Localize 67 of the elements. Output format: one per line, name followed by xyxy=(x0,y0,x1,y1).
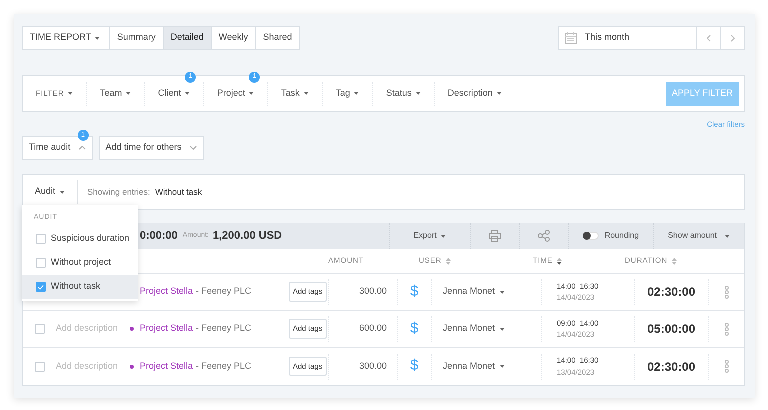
more-button[interactable] xyxy=(724,286,728,298)
export-dropdown[interactable]: Export xyxy=(388,223,470,249)
project-name[interactable]: Project Stella xyxy=(140,322,194,336)
filter-dropdown[interactable]: Team xyxy=(87,82,146,106)
amount-cell: 600.00 xyxy=(329,316,398,342)
total-amount: 1,200.00 USD xyxy=(213,228,282,244)
duration-cell: 05:00:00 xyxy=(635,316,709,342)
checkbox[interactable] xyxy=(36,282,46,292)
audit-option[interactable]: Without project xyxy=(22,251,138,275)
audit-option[interactable]: Suspicious duration xyxy=(22,227,138,251)
amount-cell: 300.00 xyxy=(329,279,398,305)
checkbox[interactable] xyxy=(36,258,46,268)
client-name: - Feeney PLC xyxy=(196,322,252,336)
row-checkbox[interactable] xyxy=(35,362,45,372)
amount-cell: 300.00 xyxy=(329,354,398,380)
share-icon xyxy=(538,230,550,242)
duration-cell: 02:30:00 xyxy=(635,354,709,380)
caret-icon xyxy=(500,365,506,368)
caret-icon xyxy=(185,92,190,95)
caret-icon xyxy=(500,290,506,294)
caret-icon xyxy=(440,234,446,238)
rounding-label: Rounding xyxy=(604,230,640,242)
more-button[interactable] xyxy=(724,322,728,336)
filter-dropdown[interactable]: Status xyxy=(373,82,435,106)
row-checkbox[interactable] xyxy=(35,324,45,334)
kebab-icon xyxy=(724,360,728,373)
more-button[interactable] xyxy=(724,360,728,373)
showing-label: Showing entries: xyxy=(86,186,150,198)
chevron-up-icon xyxy=(78,146,86,150)
user-dropdown[interactable]: Jenna Monet xyxy=(443,360,506,374)
filter-dropdown[interactable]: Description xyxy=(434,82,515,106)
caret-icon xyxy=(725,234,730,238)
rounding-toggle[interactable] xyxy=(582,232,599,240)
caret-icon xyxy=(500,328,506,330)
audit-option[interactable]: Without task xyxy=(22,275,138,299)
project-name[interactable]: Project Stella xyxy=(140,285,194,299)
action-dropdown[interactable]: Time audit xyxy=(22,136,93,160)
checkbox[interactable] xyxy=(36,234,46,244)
chevron-down-icon xyxy=(190,146,197,150)
showing-value: Without task xyxy=(154,186,202,198)
total-duration: 0:00:00 xyxy=(140,228,178,244)
user-dropdown[interactable]: Jenna Monet xyxy=(443,285,506,299)
caret-icon xyxy=(354,92,360,95)
duration-cell: 02:30:00 xyxy=(635,279,709,305)
user-dropdown[interactable]: Jenna Monet xyxy=(443,322,506,336)
client-name: - Feeney PLC xyxy=(196,285,252,298)
filter-dropdown[interactable]: Tag xyxy=(322,82,374,106)
caret-icon xyxy=(126,92,132,95)
report-tab[interactable]: Detailed xyxy=(164,27,212,49)
project-dot xyxy=(130,327,134,331)
caret-icon xyxy=(68,92,74,95)
caret-icon xyxy=(60,190,65,194)
project-dot xyxy=(130,364,134,368)
caret-icon xyxy=(95,36,100,40)
show-amount-dropdown[interactable]: Show amount xyxy=(653,223,744,249)
kebab-icon xyxy=(724,322,728,336)
checkmark-icon xyxy=(38,284,44,290)
kebab-icon xyxy=(724,286,728,298)
client-name: - Feeney PLC xyxy=(196,360,252,373)
filter-dropdown[interactable]: Task xyxy=(268,82,323,106)
caret-icon xyxy=(416,92,421,95)
project-name[interactable]: Project Stella xyxy=(140,360,194,374)
caret-icon xyxy=(496,92,502,95)
action-dropdown[interactable]: Add time for others xyxy=(98,136,204,160)
caret-icon xyxy=(304,92,309,95)
caret-icon xyxy=(249,92,254,95)
printer-icon xyxy=(488,230,501,242)
